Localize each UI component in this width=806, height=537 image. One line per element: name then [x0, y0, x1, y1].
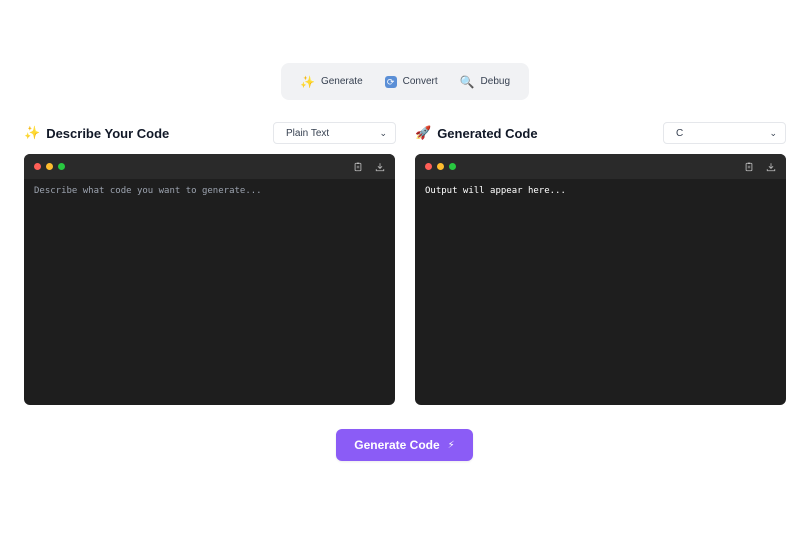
input-panel-title: ✨ Describe Your Code [24, 125, 169, 141]
download-icon[interactable] [766, 162, 776, 172]
output-language-select[interactable]: C ⌄ [663, 122, 786, 144]
tab-convert-label: Convert [402, 76, 438, 87]
input-panel-header: ✨ Describe Your Code Plain Text ⌄ [24, 121, 396, 145]
close-dot-icon [425, 163, 432, 170]
input-panel-title-text: Describe Your Code [46, 125, 170, 141]
generate-code-button[interactable]: Generate Code ⚡ [336, 429, 473, 461]
input-editor-titlebar [24, 154, 395, 179]
tab-generate[interactable]: ✨ Generate [294, 72, 369, 92]
sparkles-icon: ✨ [24, 125, 41, 140]
chevron-down-icon: ⌄ [769, 127, 777, 138]
close-dot-icon [34, 163, 41, 170]
lightning-icon: ⚡ [447, 439, 455, 451]
output-editor: Output will appear here... [415, 154, 786, 405]
rocket-icon: 🚀 [415, 125, 432, 140]
minimize-dot-icon [46, 163, 53, 170]
maximize-dot-icon [58, 163, 65, 170]
output-language-value: C [676, 127, 684, 139]
input-language-value: Plain Text [286, 127, 330, 139]
output-editor-titlebar [415, 154, 786, 179]
generate-code-label: Generate Code [354, 438, 440, 452]
input-textarea[interactable]: Describe what code you want to generate.… [24, 179, 395, 203]
input-placeholder: Describe what code you want to generate.… [34, 186, 262, 196]
chevron-down-icon: ⌄ [379, 127, 387, 138]
output-panel-title: 🚀 Generated Code [415, 125, 538, 141]
copy-icon[interactable] [353, 162, 363, 172]
output-area: Output will appear here... [415, 179, 786, 203]
mode-tab-bar: ✨ Generate ⟳ Convert 🔍 Debug [281, 63, 529, 100]
window-controls [34, 163, 65, 170]
output-panel-header: 🚀 Generated Code C ⌄ [415, 121, 786, 145]
input-language-select[interactable]: Plain Text ⌄ [273, 122, 396, 144]
tab-debug[interactable]: 🔍 Debug [454, 72, 516, 92]
maximize-dot-icon [449, 163, 456, 170]
tab-generate-label: Generate [320, 76, 363, 87]
copy-icon[interactable] [744, 162, 754, 172]
magnifier-icon: 🔍 [459, 74, 475, 89]
download-icon[interactable] [375, 162, 385, 172]
minimize-dot-icon [437, 163, 444, 170]
tab-convert[interactable]: ⟳ Convert [379, 72, 444, 92]
sparkles-icon: ✨ [299, 74, 315, 89]
window-controls [425, 163, 456, 170]
input-editor: Describe what code you want to generate.… [24, 154, 395, 405]
tab-debug-label: Debug [480, 76, 511, 87]
convert-icon: ⟳ [384, 75, 397, 88]
output-text: Output will appear here... [425, 186, 566, 196]
output-panel-title-text: Generated Code [437, 125, 538, 141]
